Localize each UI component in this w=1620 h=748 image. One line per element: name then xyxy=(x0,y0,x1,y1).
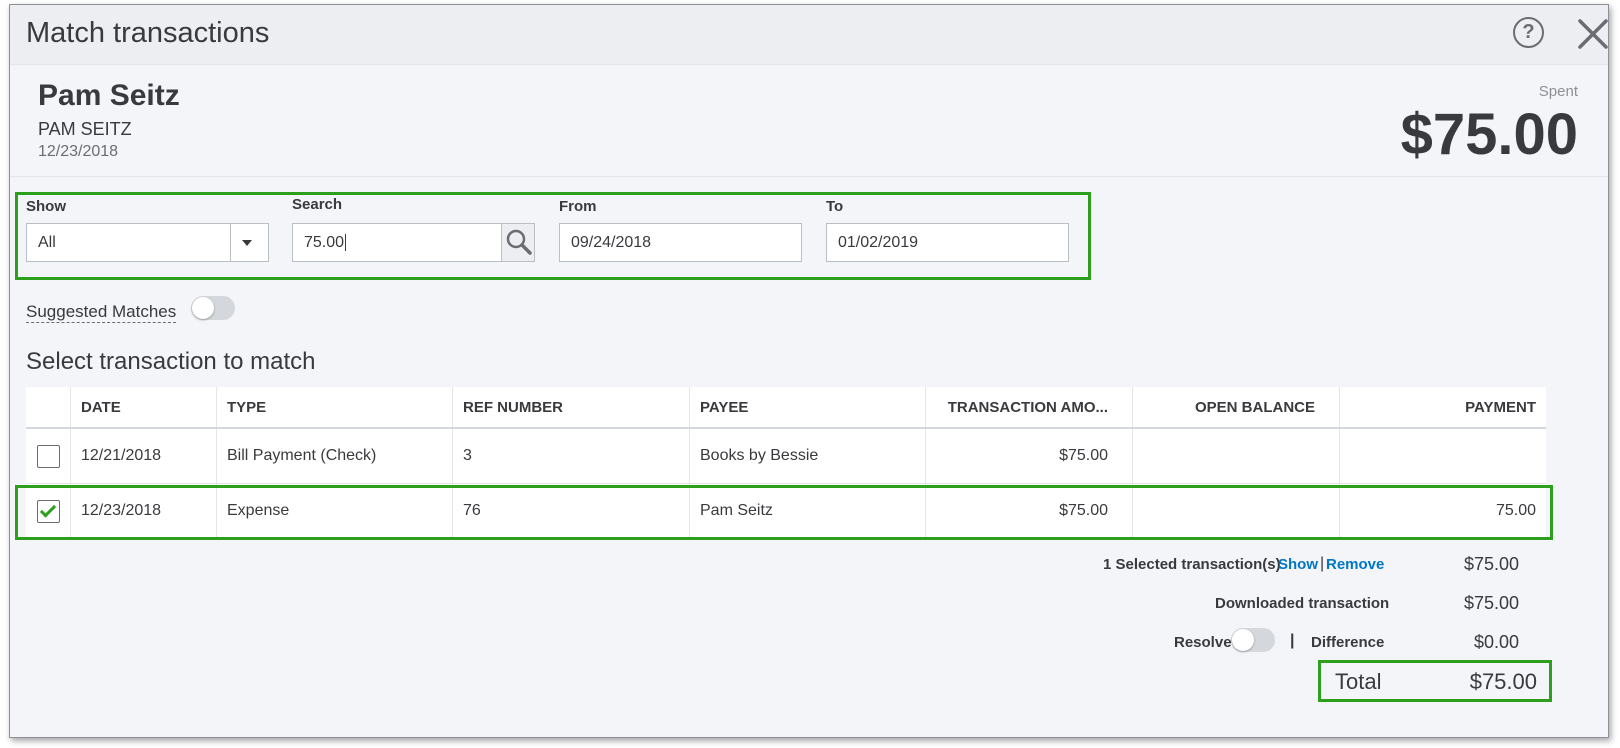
transaction-date: 12/23/2018 xyxy=(38,143,119,160)
toggle-knob xyxy=(1232,629,1254,651)
filter-highlight xyxy=(15,192,1091,280)
difference-value: $0.00 xyxy=(1473,632,1519,652)
resolve-toggle[interactable] xyxy=(1231,628,1275,652)
selected-transactions-label: 1 Selected transaction(s) xyxy=(1103,556,1281,573)
close-icon[interactable] xyxy=(1576,17,1610,51)
checkmark-icon xyxy=(39,500,56,518)
show-link[interactable]: Show xyxy=(1278,556,1318,573)
header-type[interactable]: TYPE xyxy=(216,387,452,427)
difference-separator: | xyxy=(1290,632,1295,649)
table-row[interactable]: 12/21/2018 Bill Payment (Check) 3 Books … xyxy=(26,429,1546,484)
row-payee: Books by Bessie xyxy=(689,429,925,483)
transactions-table: DATE TYPE REF NUMBER PAYEE TRANSACTION A… xyxy=(26,387,1546,539)
downloaded-transaction-label: Downloaded transaction xyxy=(1215,595,1390,612)
row-ref-number: 76 xyxy=(452,484,689,538)
resolve-label: Resolve xyxy=(1174,634,1232,651)
row-amount: $75.00 xyxy=(925,484,1132,538)
table-header: DATE TYPE REF NUMBER PAYEE TRANSACTION A… xyxy=(26,387,1546,429)
header-open-balance[interactable]: OPEN BALANCE xyxy=(1132,387,1339,427)
link-separator: | xyxy=(1320,555,1325,572)
row-date: 12/21/2018 xyxy=(70,429,216,483)
header-select xyxy=(26,387,70,427)
row-payment[interactable] xyxy=(1339,429,1546,483)
payee-description: PAM SEITZ xyxy=(38,119,132,139)
header-date[interactable]: DATE xyxy=(70,387,216,427)
downloaded-value: $75.00 xyxy=(1463,593,1519,613)
row-ref-number: 3 xyxy=(452,429,689,483)
help-icon[interactable]: ? xyxy=(1513,17,1544,48)
total-value: $75.00 xyxy=(1469,669,1537,694)
header-payee[interactable]: PAYEE xyxy=(689,387,925,427)
row-checkbox-checked[interactable] xyxy=(36,499,60,523)
toggle-knob xyxy=(192,297,214,319)
header-transaction-amount[interactable]: TRANSACTION AMO... xyxy=(925,387,1132,427)
dialog-title: Match transactions xyxy=(26,17,270,49)
difference-label: Difference xyxy=(1311,634,1385,651)
suggested-matches-label: Suggested Matches xyxy=(26,302,177,323)
selected-value: $75.00 xyxy=(1463,554,1519,574)
row-payee: Pam Seitz xyxy=(689,484,925,538)
suggested-matches-toggle[interactable] xyxy=(191,296,235,320)
row-open-balance xyxy=(1132,429,1339,483)
remove-link[interactable]: Remove xyxy=(1326,556,1384,573)
row-checkbox-cell xyxy=(26,484,70,538)
row-date: 12/23/2018 xyxy=(70,484,216,538)
table-row-selected[interactable]: 12/23/2018 Expense 76 Pam Seitz $75.00 7… xyxy=(26,484,1546,539)
spent-amount: $75.00 xyxy=(1400,102,1578,167)
dialog-titlebar: Match transactions ? xyxy=(10,5,1608,65)
header-payment[interactable]: PAYMENT xyxy=(1339,387,1546,427)
row-type: Bill Payment (Check) xyxy=(216,429,452,483)
match-transactions-dialog: Match transactions ? Pam Seitz PAM SEITZ… xyxy=(9,4,1609,738)
row-checkbox-cell xyxy=(26,429,70,483)
row-payment[interactable]: 75.00 xyxy=(1339,484,1546,538)
row-amount: $75.00 xyxy=(925,429,1132,483)
transaction-header: Pam Seitz PAM SEITZ 12/23/2018 Spent $75… xyxy=(10,65,1608,177)
row-open-balance xyxy=(1132,484,1339,538)
payee-name: Pam Seitz xyxy=(38,79,180,112)
row-checkbox[interactable] xyxy=(36,444,60,468)
row-type: Expense xyxy=(216,484,452,538)
header-ref-number[interactable]: REF NUMBER xyxy=(452,387,689,427)
spent-label: Spent xyxy=(1538,83,1578,100)
section-title: Select transaction to match xyxy=(26,348,316,375)
total-label: Total xyxy=(1335,669,1382,694)
total-highlight: Total $75.00 xyxy=(1318,660,1552,702)
